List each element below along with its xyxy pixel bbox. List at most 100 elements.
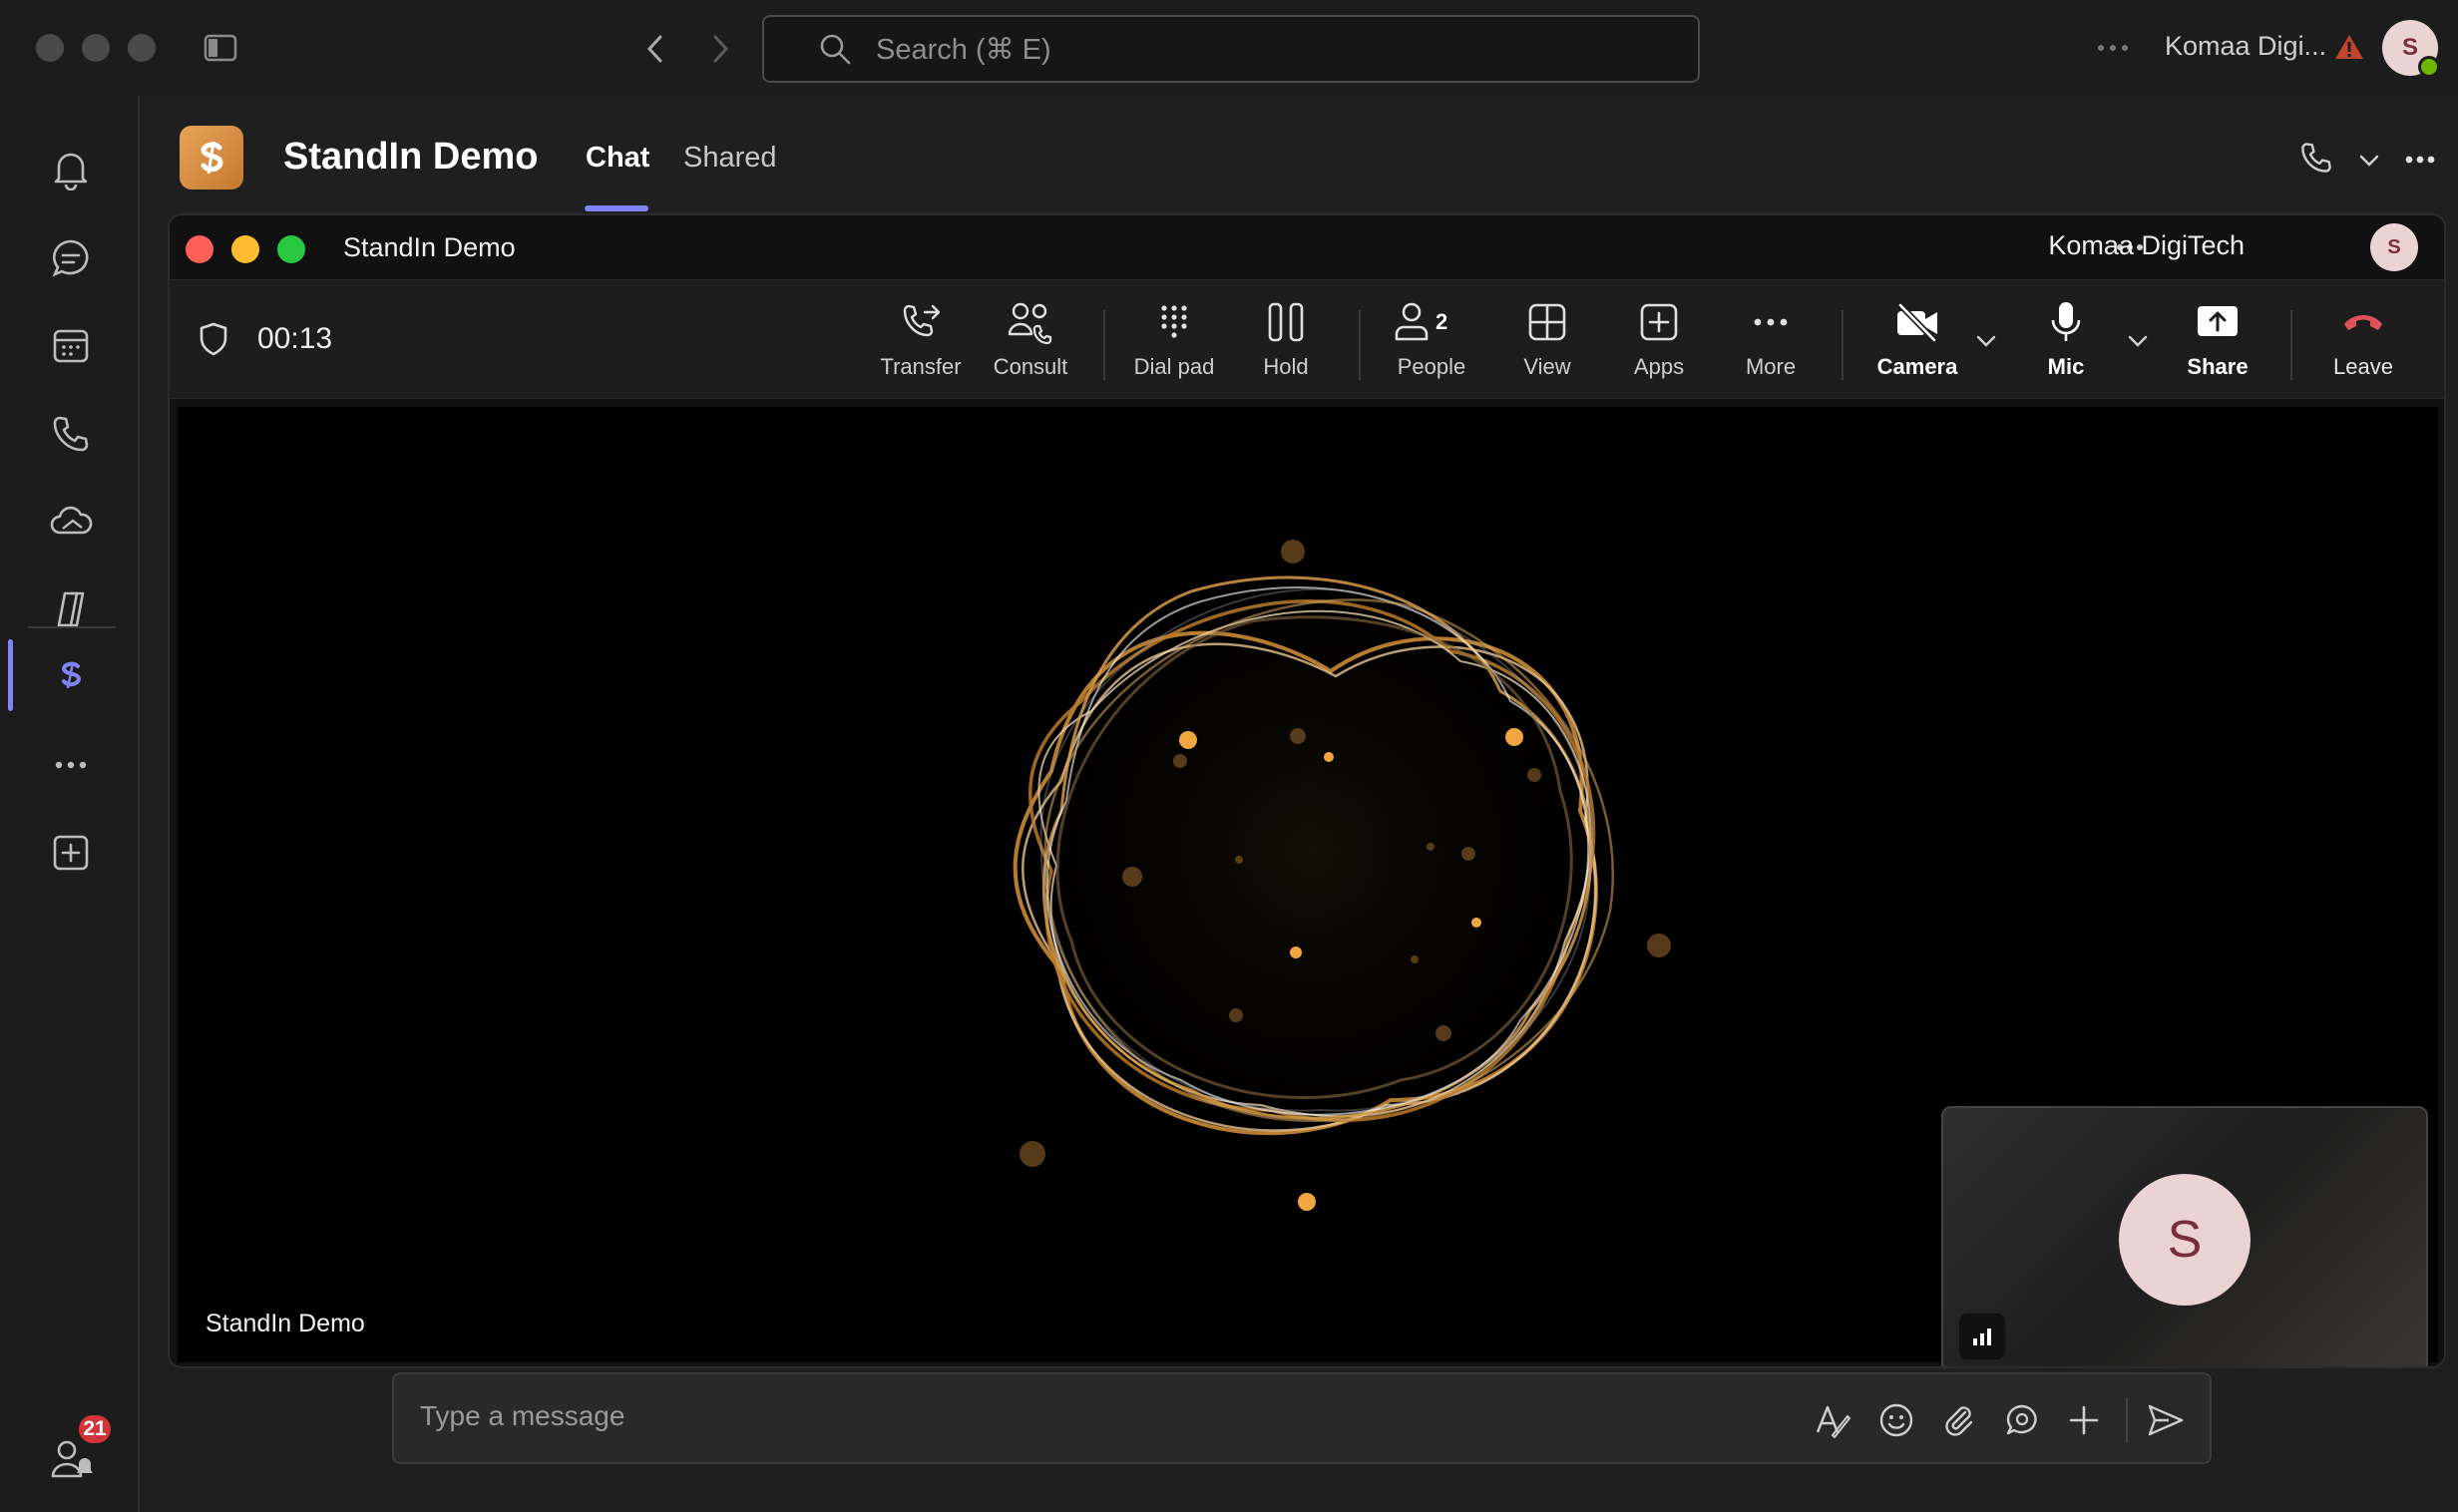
toolbar-divider: [1359, 310, 1361, 380]
toolbar-divider: [1103, 310, 1105, 380]
page-title: StandIn Demo: [283, 136, 539, 178]
user-avatar-initial: S: [2401, 34, 2418, 61]
people-label: People: [1397, 354, 1466, 379]
camera-options-chevron-icon[interactable]: [1971, 326, 2001, 356]
view-label: View: [1523, 354, 1571, 379]
meeting-window: StandIn Demo Komaa DigiTech S 00:13 Tran…: [168, 213, 2446, 1368]
dialpad-icon: [1150, 298, 1198, 346]
stage-participant-name: StandIn Demo: [205, 1310, 365, 1337]
leave-button[interactable]: Leave: [2308, 298, 2418, 388]
mic-button[interactable]: Mic: [2011, 298, 2121, 388]
meeting-minimize-button[interactable]: [231, 235, 259, 263]
transfer-label: Transfer: [880, 354, 962, 379]
self-avatar-initial: S: [2167, 1211, 2203, 1269]
signal-strength-icon[interactable]: [1959, 1314, 2005, 1359]
forward-arrow-icon[interactable]: [703, 32, 737, 66]
meeting-titlebar: StandIn Demo Komaa DigiTech S: [170, 215, 2444, 279]
meeting-title: StandIn Demo: [343, 232, 516, 262]
more-label: More: [1745, 354, 1797, 379]
mic-options-chevron-icon[interactable]: [2123, 326, 2153, 356]
standin-logo-icon: [180, 126, 243, 189]
meeting-close-button[interactable]: [186, 235, 213, 263]
share-label: Share: [2187, 354, 2249, 379]
meeting-toolbar: 00:13 Transfer Consult Dial pad Hold 2 P…: [170, 279, 2444, 399]
hang-up-icon: [2339, 298, 2387, 346]
tab-shared[interactable]: Shared: [683, 142, 777, 175]
meeting-org-name: Komaa DigiTech: [2048, 230, 2245, 260]
share-screen-icon: [2194, 298, 2242, 346]
self-video-tile[interactable]: S: [1941, 1106, 2428, 1366]
search-placeholder: Search (⌘ E): [876, 33, 1051, 66]
hold-pause-icon: [1262, 298, 1310, 346]
camera-label: Camera: [1876, 354, 1958, 379]
camera-button[interactable]: Camera: [1857, 298, 1977, 388]
hold-button[interactable]: Hold: [1231, 298, 1341, 388]
emoji-icon[interactable]: [1874, 1398, 1918, 1442]
microphone-icon: [2042, 298, 2090, 346]
message-compose-box: [392, 1372, 2212, 1464]
window-minimize-button[interactable]: [82, 34, 110, 62]
warning-icon[interactable]: [2332, 30, 2366, 64]
search-bar[interactable]: Search (⌘ E): [762, 15, 1700, 83]
dialpad-button[interactable]: Dial pad: [1119, 298, 1229, 388]
share-button[interactable]: Share: [2163, 298, 2272, 388]
call-options-chevron-icon[interactable]: [2354, 146, 2384, 176]
phone-calls-icon[interactable]: [40, 403, 102, 465]
more-options-icon[interactable]: [2093, 32, 2133, 64]
apps-add-icon: [1635, 298, 1683, 346]
consult-label: Consult: [993, 354, 1068, 379]
meeting-zoom-button[interactable]: [277, 235, 305, 263]
presence-available-icon: [2418, 56, 2440, 78]
call-phone-icon[interactable]: [2296, 138, 2336, 178]
onedrive-cloud-icon[interactable]: [40, 491, 102, 553]
toolbar-divider: [1842, 310, 1844, 380]
active-app-indicator: [8, 639, 13, 711]
more-dots-icon: [1747, 298, 1795, 346]
consult-icon: [1007, 298, 1054, 346]
calendar-icon[interactable]: [40, 315, 102, 377]
people-count: 2: [1435, 309, 1448, 334]
org-name[interactable]: Komaa Digi...: [2165, 31, 2326, 62]
sidebar-toggle-icon[interactable]: [202, 30, 239, 66]
meeting-avatar-initial: S: [2387, 235, 2401, 258]
view-button[interactable]: View: [1492, 298, 1602, 388]
add-plus-icon[interactable]: [2062, 1398, 2106, 1442]
add-apps-icon[interactable]: [40, 822, 102, 884]
back-arrow-icon[interactable]: [638, 32, 672, 66]
meeting-user-avatar[interactable]: S: [2370, 223, 2418, 271]
send-icon[interactable]: [2144, 1398, 2188, 1442]
window-close-button[interactable]: [36, 34, 64, 62]
hold-label: Hold: [1263, 354, 1309, 379]
rail-divider: [28, 626, 116, 628]
apps-label: Apps: [1633, 354, 1685, 379]
transfer-button[interactable]: Transfer: [866, 298, 976, 388]
message-input[interactable]: [420, 1400, 1418, 1432]
consult-button[interactable]: Consult: [976, 298, 1085, 388]
toolbar-divider: [2290, 310, 2292, 380]
app-rail: 21: [0, 96, 140, 1512]
copilot-icon[interactable]: [40, 578, 102, 640]
more-apps-icon[interactable]: [40, 734, 102, 796]
chat-bubble-icon[interactable]: [40, 227, 102, 289]
dialpad-label: Dial pad: [1133, 354, 1215, 379]
call-timer: 00:13: [257, 322, 333, 355]
people-button[interactable]: 2 People: [1371, 298, 1492, 388]
more-button[interactable]: More: [1716, 298, 1826, 388]
self-avatar: S: [2119, 1174, 2251, 1306]
activity-bell-icon[interactable]: [40, 138, 102, 199]
window-zoom-button[interactable]: [128, 34, 156, 62]
standin-app-icon[interactable]: [40, 644, 102, 706]
chat-header: StandIn Demo Chat Shared: [142, 96, 2458, 213]
transfer-icon: [897, 298, 945, 346]
loop-component-icon[interactable]: [2000, 1398, 2044, 1442]
camera-off-icon: [1893, 298, 1941, 346]
apps-button[interactable]: Apps: [1604, 298, 1714, 388]
attach-paperclip-icon[interactable]: [1937, 1398, 1981, 1442]
compose-divider: [2126, 1398, 2128, 1442]
tab-chat[interactable]: Chat: [586, 142, 649, 175]
notification-badge: 21: [76, 1412, 114, 1446]
shield-icon: [196, 320, 231, 358]
header-more-icon[interactable]: [2402, 148, 2438, 172]
mic-label: Mic: [2047, 354, 2085, 379]
format-text-icon[interactable]: [1811, 1398, 1854, 1442]
